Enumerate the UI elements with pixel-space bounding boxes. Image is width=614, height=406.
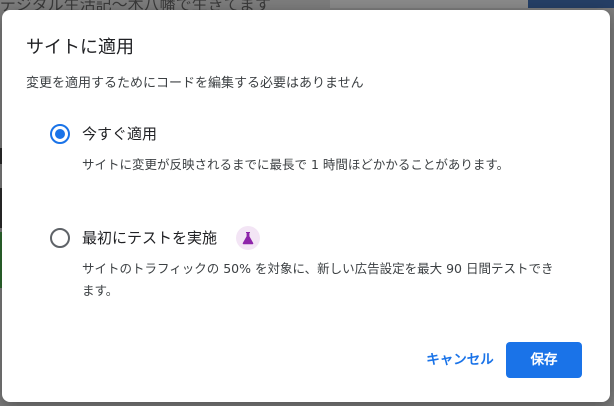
background-panel (330, 0, 530, 8)
test-first-description: サイトのトラフィックの 50% を対象に、新しい広告設定を最大 90 日間テスト… (82, 261, 554, 298)
apply-to-site-dialog: サイトに適用 変更を適用するためにコードを編集する必要はありません 今すぐ適用 … (2, 10, 610, 402)
experiment-badge (236, 226, 260, 250)
background-strip (528, 0, 614, 8)
test-first-label[interactable]: 最初にテストを実施 (82, 228, 217, 248)
dialog-subtitle: 変更を適用するためにコードを編集する必要はありません (26, 76, 364, 91)
test-first-radio[interactable] (50, 228, 70, 248)
cancel-button[interactable]: キャンセル (410, 342, 510, 378)
flask-icon (242, 232, 254, 245)
apply-now-radio[interactable] (50, 124, 70, 144)
dialog-title: サイトに適用 (26, 37, 134, 58)
apply-now-description: サイトに変更が反映されるまでに最長で 1 時間ほどかかることがあります。 (82, 157, 510, 172)
apply-now-label[interactable]: 今すぐ適用 (82, 124, 157, 144)
save-button[interactable]: 保存 (506, 342, 582, 378)
